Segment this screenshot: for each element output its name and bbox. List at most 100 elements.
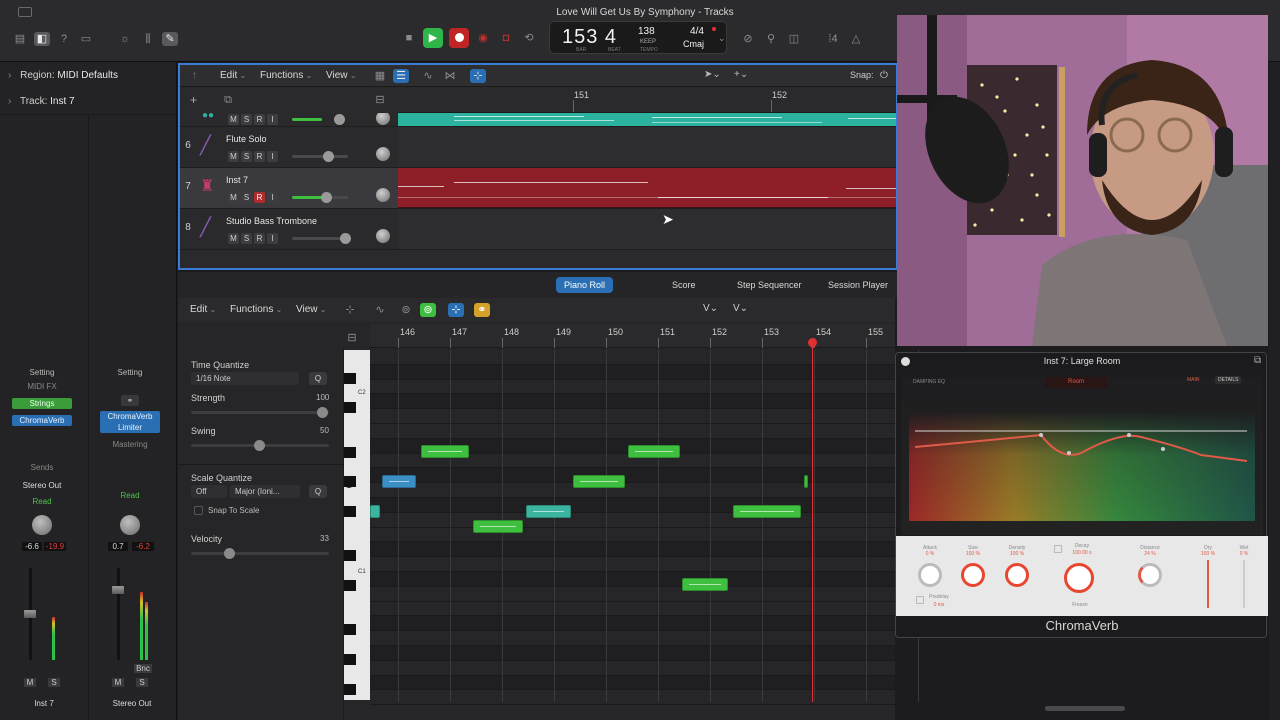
black-key[interactable] bbox=[344, 402, 356, 414]
toolbar-toggle-icon[interactable]: ▭ bbox=[78, 32, 94, 46]
cycle-icon[interactable]: ⟲ bbox=[519, 28, 539, 48]
local-inspector-icon[interactable]: ⊟ bbox=[344, 331, 360, 345]
track-header-8[interactable]: 8 ╱ Studio Bass Trombone MSRI bbox=[180, 209, 398, 250]
flex-icon[interactable]: ⋈ bbox=[442, 69, 458, 83]
count-in-icon[interactable]: ⁞4 bbox=[822, 32, 844, 46]
midi-region[interactable] bbox=[398, 113, 896, 126]
solo-icon[interactable]: ◫ bbox=[786, 32, 802, 46]
mute-button[interactable]: M bbox=[228, 192, 239, 203]
record-button[interactable] bbox=[449, 28, 469, 48]
region-inspector-header[interactable]: › Region: MIDI Defaults bbox=[8, 70, 118, 81]
track-lane-5[interactable] bbox=[398, 113, 896, 127]
view-menu[interactable]: View bbox=[296, 304, 326, 315]
track-header-7[interactable]: 7 ♜ Inst 7 MSRI bbox=[180, 168, 398, 209]
input-monitor-button[interactable]: I bbox=[267, 114, 278, 125]
pan-knob[interactable] bbox=[120, 515, 140, 535]
mute-button[interactable]: M bbox=[228, 151, 239, 162]
power-icon[interactable]: ⏻ bbox=[880, 70, 888, 81]
main-tab[interactable]: MAIN bbox=[1187, 377, 1200, 383]
midi-note[interactable] bbox=[682, 578, 728, 591]
volume-fader[interactable] bbox=[24, 610, 36, 618]
volume-fader-track[interactable] bbox=[117, 568, 120, 660]
black-key[interactable] bbox=[344, 506, 356, 517]
record-enable-button[interactable]: R bbox=[254, 114, 265, 125]
record-enable-button[interactable]: R bbox=[254, 233, 265, 244]
functions-menu[interactable]: Functions bbox=[230, 304, 282, 315]
black-key[interactable] bbox=[344, 476, 356, 488]
midi-note[interactable] bbox=[473, 520, 523, 533]
audition-icon[interactable]: ⊚ bbox=[420, 303, 436, 317]
volume-handle[interactable] bbox=[321, 192, 332, 203]
catch-icon[interactable]: ⊹ bbox=[470, 69, 486, 83]
list-view-icon[interactable]: ☰ bbox=[393, 69, 409, 83]
strength-slider[interactable] bbox=[191, 411, 329, 414]
automation-mode[interactable]: Read bbox=[100, 490, 160, 501]
back-arrow-icon[interactable]: ↑ bbox=[192, 70, 197, 81]
volume-slider[interactable] bbox=[292, 118, 322, 121]
pan-knob[interactable] bbox=[376, 147, 390, 161]
midi-note[interactable] bbox=[573, 475, 625, 488]
solo-button[interactable]: S bbox=[241, 192, 252, 203]
peak-readout[interactable]: -19.9 bbox=[44, 542, 66, 551]
peak-readout[interactable]: -6.2 bbox=[132, 542, 154, 551]
volume-fader[interactable] bbox=[112, 586, 124, 594]
midi-note[interactable] bbox=[733, 505, 801, 518]
midi-note[interactable] bbox=[382, 475, 416, 488]
zoom-horizontal-icon[interactable]: V⌄ bbox=[733, 303, 748, 314]
duplicate-track-icon[interactable]: ⧉ bbox=[220, 93, 236, 107]
midi-thru-icon[interactable]: ⊚ bbox=[398, 303, 414, 317]
volume-handle[interactable] bbox=[323, 151, 334, 162]
midi-region-recording[interactable] bbox=[398, 168, 896, 207]
inspector-button-icon[interactable]: ◧ bbox=[34, 32, 50, 46]
density-knob[interactable] bbox=[1005, 563, 1029, 587]
midi-fx-slot[interactable]: MIDI FX bbox=[12, 381, 72, 392]
library-button-icon[interactable]: ▤ bbox=[12, 32, 28, 46]
volume-readout[interactable]: -6.6 bbox=[22, 542, 42, 551]
track-lane-7[interactable] bbox=[398, 168, 896, 209]
note-grid[interactable] bbox=[370, 348, 919, 706]
record-enable-button[interactable]: R bbox=[254, 192, 265, 203]
lcd-chevron-down-icon[interactable]: ⌄ bbox=[718, 33, 726, 44]
expand-icon[interactable]: ⧉ bbox=[1254, 355, 1261, 366]
midi-note[interactable] bbox=[370, 505, 380, 518]
scrollbar[interactable] bbox=[1269, 62, 1280, 720]
midi-note[interactable] bbox=[628, 445, 680, 458]
track-lane-8[interactable] bbox=[398, 209, 896, 250]
tracks-ruler[interactable]: 151 152 bbox=[398, 88, 896, 113]
track-name[interactable]: Inst 7 bbox=[226, 175, 248, 185]
decay-knob[interactable] bbox=[1064, 563, 1094, 593]
pan-knob[interactable] bbox=[376, 229, 390, 243]
lcd-key[interactable]: Cmaj bbox=[683, 39, 704, 49]
audio-fx-1[interactable]: ChromaVerb bbox=[100, 411, 160, 422]
freeze-checkbox[interactable] bbox=[1054, 545, 1062, 553]
audio-fx-slot[interactable]: ChromaVerb Limiter bbox=[100, 411, 160, 433]
velocity-handle[interactable] bbox=[224, 548, 235, 559]
crosshair-tool-icon[interactable]: +⌄ bbox=[734, 69, 748, 80]
solo-button[interactable]: S bbox=[241, 114, 252, 125]
piano-keyboard[interactable]: C2 C1 bbox=[344, 350, 370, 700]
lcd-display[interactable]: 153 4 BAR BEAT 138 KEEP TEMPO 4/4 Cmaj bbox=[549, 21, 727, 54]
time-quantize-select[interactable]: 1/16 Note bbox=[191, 372, 299, 385]
track-inspector-header[interactable]: › Track: Inst 7 bbox=[8, 96, 75, 107]
solo-button[interactable]: S bbox=[241, 233, 252, 244]
replace-icon[interactable]: ◘ bbox=[496, 28, 516, 48]
distance-knob[interactable] bbox=[1138, 563, 1162, 587]
pointer-tool-icon[interactable]: ➤⌄ bbox=[704, 69, 721, 80]
midi-in-icon[interactable]: ⊹ bbox=[342, 303, 358, 317]
room-type-select[interactable]: Room bbox=[1045, 377, 1107, 388]
solo-button[interactable]: S bbox=[241, 151, 252, 162]
midi-note[interactable] bbox=[804, 475, 808, 488]
record-enable-button[interactable]: R bbox=[254, 151, 265, 162]
track-name[interactable]: Flute Solo bbox=[226, 134, 267, 144]
volume-slider[interactable] bbox=[292, 196, 348, 199]
audio-fx-slot[interactable]: ChromaVerb bbox=[12, 415, 72, 426]
editors-icon[interactable]: ✎ bbox=[162, 32, 178, 46]
input-monitor-button[interactable]: I bbox=[267, 233, 278, 244]
swing-handle[interactable] bbox=[254, 440, 265, 451]
reverb-visualizer[interactable]: DAMPING EQ Room MAIN DETAILS bbox=[901, 376, 1263, 535]
automation-mode[interactable]: Read bbox=[12, 496, 72, 507]
details-tab[interactable]: DETAILS bbox=[1215, 376, 1242, 384]
add-track-icon[interactable]: + bbox=[190, 93, 197, 107]
lcd-time-signature[interactable]: 4/4 bbox=[686, 26, 708, 37]
automation-icon[interactable]: ∿ bbox=[372, 303, 388, 317]
